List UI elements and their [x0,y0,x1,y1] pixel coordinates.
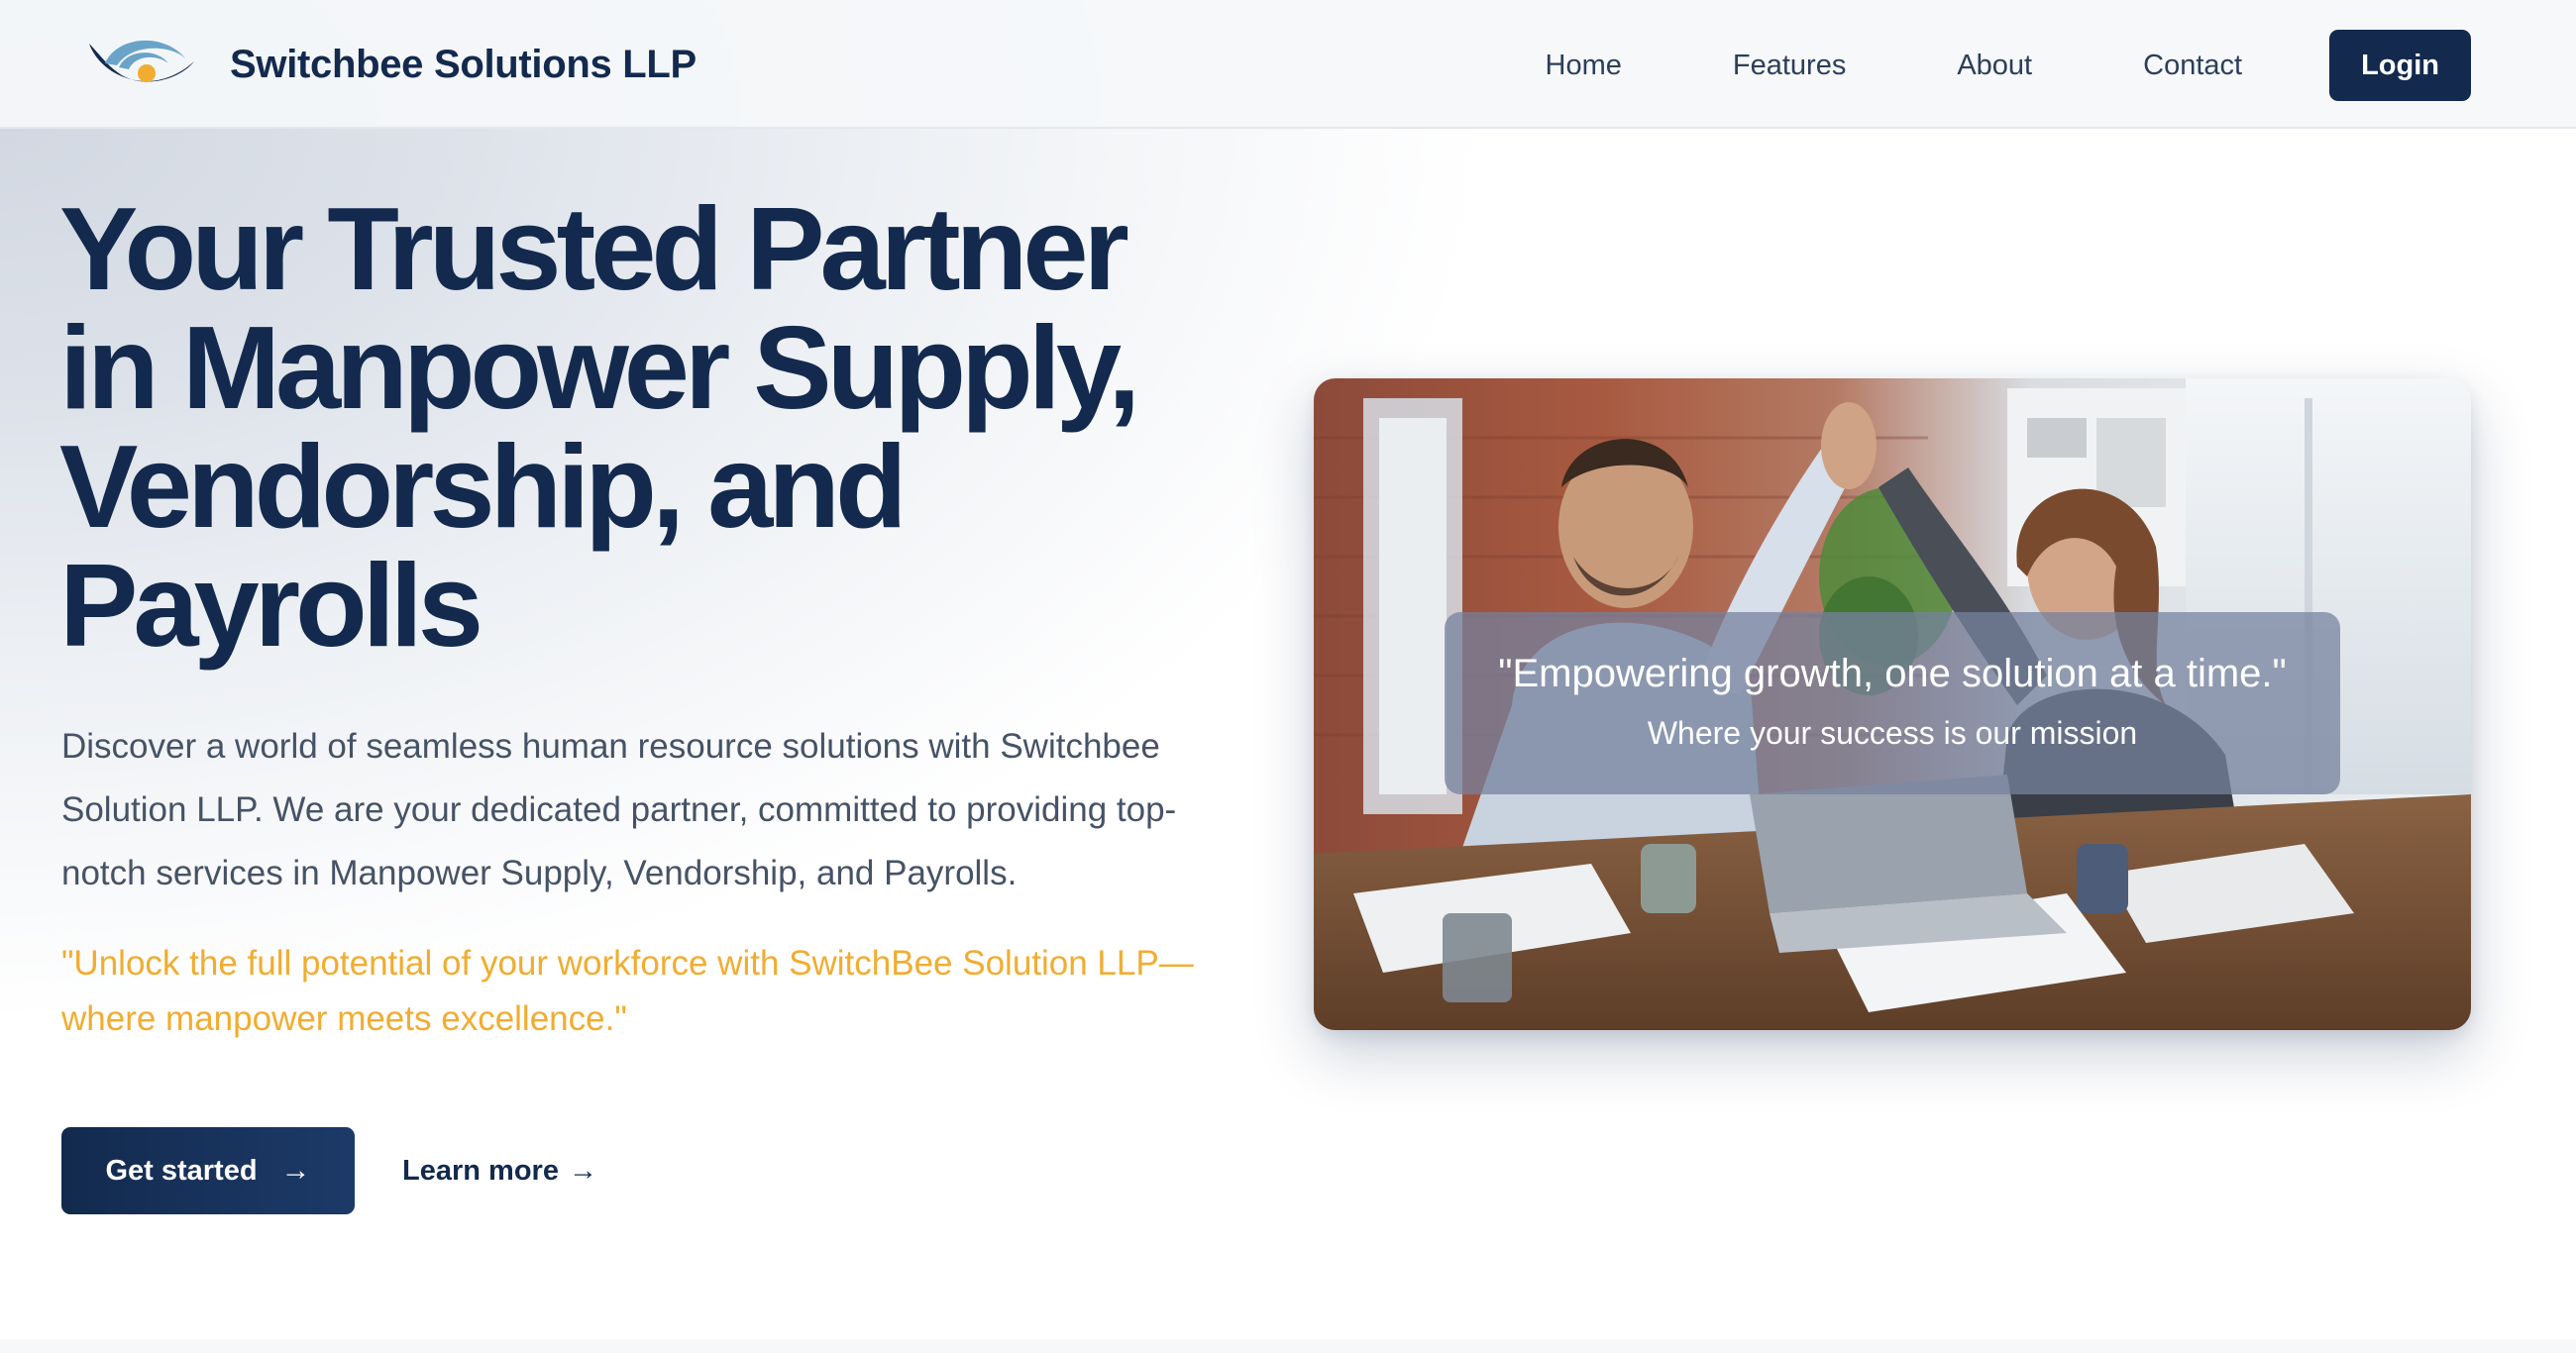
nav-features[interactable]: Features [1733,50,1846,82]
arrow-right-icon: → [568,1154,597,1187]
brand[interactable]: Switchbee Solutions LLP [83,32,697,97]
nav-about[interactable]: About [1957,50,2032,82]
hero-tagline-quote: "Unlock the full potential of your workf… [61,944,1194,1038]
overlay-quote: "Empowering growth, one solution at a ti… [1498,652,2287,695]
learn-more-link[interactable]: Learn more → [402,1155,597,1188]
hero-title-line: Your Trusted Partner [59,183,1129,315]
arrow-right-icon: → [280,1154,311,1187]
login-button[interactable]: Login [2329,30,2471,101]
nav-contact[interactable]: Contact [2143,50,2242,82]
overlay-subtitle: Where your success is our mission [1647,715,2138,751]
site-header: Switchbee Solutions LLP Home Features Ab… [0,0,2576,129]
hero-image-card: "Empowering growth, one solution at a ti… [1314,378,2471,1030]
quote-overlay-card: "Empowering growth, one solution at a ti… [1445,612,2340,794]
nav-home[interactable]: Home [1546,50,1622,82]
hero-title: Your Trusted Partner in Manpower Supply,… [59,190,1268,666]
brand-name: Switchbee Solutions LLP [230,42,697,86]
hero-title-line: in Manpower Supply, [59,302,1140,434]
hero-title-line: Payrolls [59,540,483,672]
cta-row: Get started → Learn more → [61,1127,597,1214]
section-divider [0,1339,2576,1353]
hero-title-line: Vendorship, and [59,421,908,553]
main-nav: Home Features About Contact Login [1546,30,2471,101]
learn-more-label: Learn more [402,1154,559,1187]
hero-description: Discover a world of seamless human resou… [61,727,1177,892]
get-started-button[interactable]: Get started → [61,1127,355,1214]
eye-swoosh-logo-icon [89,40,194,82]
get-started-label: Get started [105,1154,258,1187]
